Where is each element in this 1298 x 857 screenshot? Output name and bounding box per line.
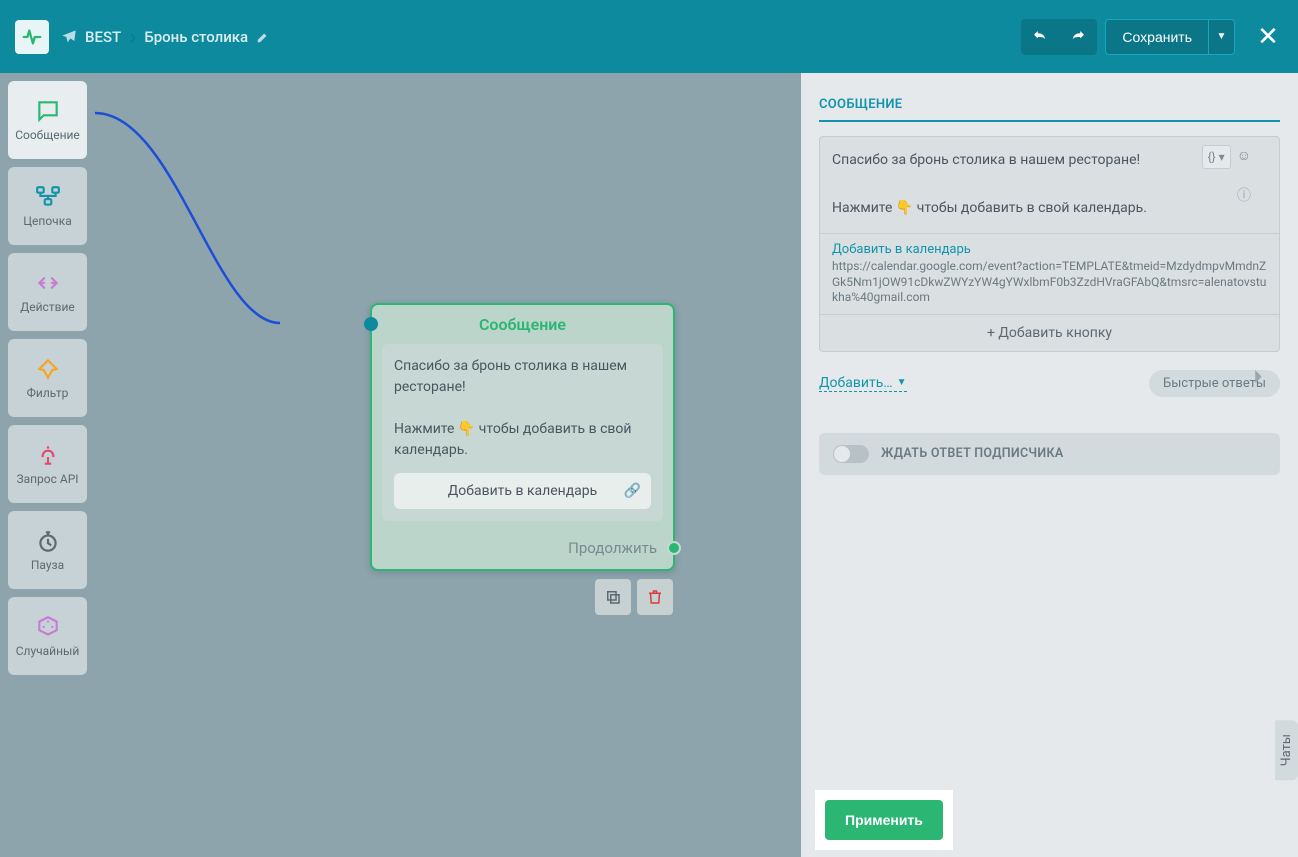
toolbox: Сообщение Цепочка Действие Фильтр Запрос…	[0, 73, 95, 857]
emoji-button[interactable]: ☺	[1237, 145, 1251, 169]
tool-action[interactable]: Действие	[8, 253, 87, 331]
undo-redo-group	[1021, 19, 1097, 55]
dice-icon	[35, 614, 61, 640]
apply-highlight: Применить	[815, 790, 953, 850]
info-icon[interactable]: ⓘ	[1237, 185, 1251, 205]
app-logo[interactable]	[15, 20, 49, 54]
tool-random[interactable]: Случайный	[8, 597, 87, 675]
chevron-down-icon: ▼	[897, 377, 907, 388]
button-url: https://calendar.google.com/event?action…	[832, 259, 1267, 306]
tool-filter[interactable]: Фильтр	[8, 339, 87, 417]
breadcrumb-bot[interactable]: BEST	[61, 28, 121, 46]
trash-icon	[646, 588, 664, 606]
node-text: Спасибо за бронь столика в нашем рестора…	[394, 356, 651, 461]
message-editor: Спасибо за бронь столика в нашем рестора…	[819, 136, 1280, 352]
breadcrumb-separator: ›	[129, 23, 136, 51]
tool-api[interactable]: Запрос API	[8, 425, 87, 503]
breadcrumb-flow[interactable]: Бронь столика	[144, 28, 270, 46]
chats-side-tab[interactable]: Чаты	[1275, 720, 1298, 780]
insert-variable-button[interactable]: {} ▾	[1202, 145, 1231, 169]
node-message[interactable]: Сообщение Спасибо за бронь столика в наш…	[370, 303, 675, 571]
tool-pause[interactable]: Пауза	[8, 511, 87, 589]
pause-icon	[35, 528, 61, 554]
redo-button[interactable]	[1059, 19, 1097, 55]
properties-panel: СООБЩЕНИЕ Спасибо за бронь столика в наш…	[801, 73, 1298, 857]
telegram-icon	[61, 29, 77, 45]
quick-replies-button[interactable]: Быстрые ответы	[1149, 370, 1280, 397]
pencil-icon[interactable]	[256, 30, 270, 44]
api-icon	[35, 442, 61, 468]
wait-response-block: ЖДАТЬ ОТВЕТ ПОДПИСЧИКА	[819, 433, 1280, 475]
copy-icon	[604, 588, 622, 606]
node-button[interactable]: Добавить в календарь 🔗	[394, 473, 651, 509]
node-footer[interactable]: Продолжить	[372, 531, 673, 569]
message-textarea[interactable]: Спасибо за бронь столика в нашем рестора…	[820, 137, 1279, 233]
close-button[interactable]: ✕	[1253, 22, 1283, 52]
message-icon	[35, 98, 61, 124]
node-header: Сообщение	[372, 305, 673, 344]
flow-name: Бронь столика	[144, 28, 248, 46]
add-element-dropdown[interactable]: Добавить… ▼	[819, 375, 907, 392]
node-output-port[interactable]	[667, 541, 681, 555]
undo-button[interactable]	[1021, 19, 1059, 55]
apply-button[interactable]: Применить	[825, 800, 943, 840]
wait-toggle[interactable]	[833, 445, 869, 463]
canvas[interactable]: Сообщение Спасибо за бронь столика в наш…	[95, 73, 801, 857]
duplicate-node-button[interactable]	[595, 579, 631, 615]
node-input-port[interactable]	[364, 317, 378, 331]
add-button[interactable]: + Добавить кнопку	[820, 314, 1279, 351]
delete-node-button[interactable]	[637, 579, 673, 615]
connector-line	[95, 73, 395, 353]
button-title: Добавить в календарь	[832, 242, 1267, 257]
bot-name: BEST	[85, 28, 121, 46]
save-button[interactable]: Сохранить	[1105, 19, 1209, 55]
save-dropdown[interactable]: ▼	[1209, 19, 1235, 55]
tool-chain[interactable]: Цепочка	[8, 167, 87, 245]
tool-message[interactable]: Сообщение	[8, 81, 87, 159]
node-body: Спасибо за бронь столика в нашем рестора…	[382, 344, 663, 521]
top-bar: BEST › Бронь столика Сохранить ▼ ✕	[0, 0, 1298, 73]
chain-icon	[35, 184, 61, 210]
filter-icon	[35, 356, 61, 382]
pulse-icon	[21, 26, 43, 48]
wait-label: ЖДАТЬ ОТВЕТ ПОДПИСЧИКА	[881, 446, 1063, 461]
action-icon	[35, 270, 61, 296]
link-icon: 🔗	[624, 483, 641, 499]
message-button-item[interactable]: Добавить в календарь https://calendar.go…	[820, 234, 1279, 314]
panel-title: СООБЩЕНИЕ	[819, 97, 1280, 122]
